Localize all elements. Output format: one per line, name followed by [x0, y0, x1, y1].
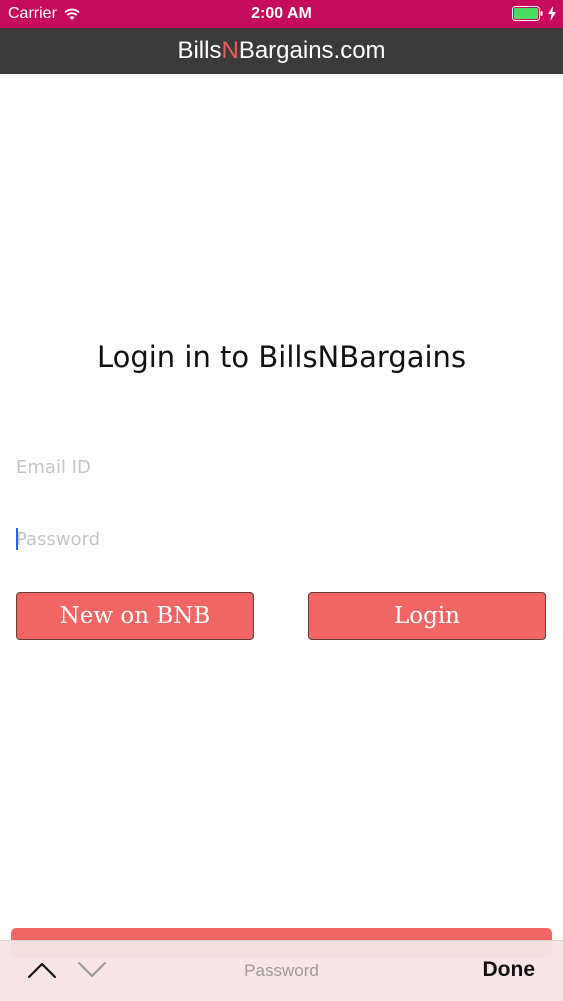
- page-title: Login in to BillsNBargains: [96, 340, 467, 374]
- login-button[interactable]: Login: [308, 592, 546, 640]
- password-field-wrapper: [16, 519, 546, 559]
- text-cursor: [16, 528, 18, 550]
- battery-icon: [512, 6, 543, 21]
- new-on-bnb-button[interactable]: New on BNB: [16, 592, 254, 640]
- battery-group: [512, 6, 557, 21]
- keyboard-accessory-bar: Password Done: [0, 940, 563, 1001]
- nav-bar: BillsNBargains.com: [0, 28, 563, 74]
- brand-prefix: Bills: [177, 37, 222, 64]
- done-button[interactable]: Done: [483, 958, 536, 982]
- charging-bolt-icon: [548, 6, 556, 21]
- brand-title: BillsNBargains.com: [177, 37, 385, 65]
- brand-n-accent: N: [221, 37, 239, 64]
- email-field[interactable]: [16, 447, 546, 487]
- accessory-field-label: Password: [244, 961, 319, 980]
- brand-suffix: Bargains.com: [238, 37, 386, 64]
- password-field[interactable]: [16, 519, 546, 559]
- status-time: 2:00 AM: [251, 5, 312, 22]
- status-bar: Carrier 2:00 AM: [0, 0, 563, 28]
